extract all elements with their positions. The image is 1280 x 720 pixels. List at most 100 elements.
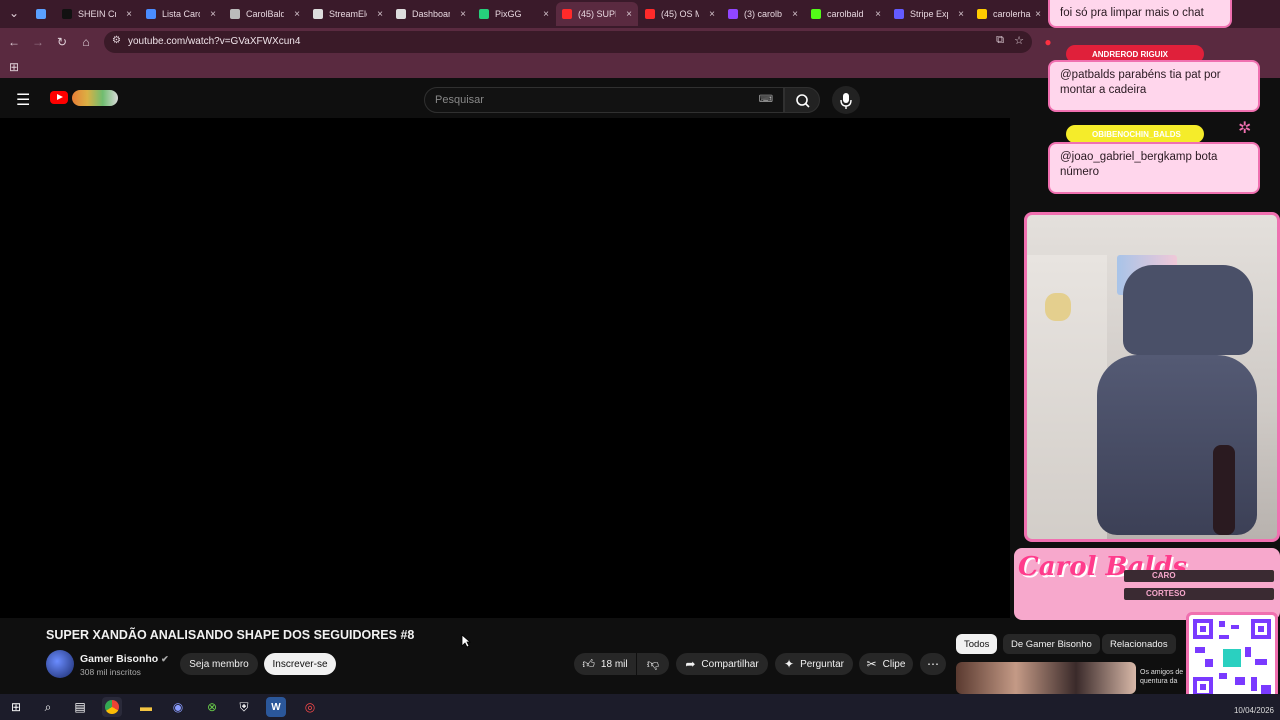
ask-label: Perguntar — [800, 658, 844, 670]
search-taskbar-icon[interactable]: ⌕ — [38, 697, 58, 717]
qr-code-image — [1186, 612, 1278, 704]
ask-button[interactable]: ✦ Perguntar — [775, 653, 853, 675]
dislike-button[interactable]: 👎︎ — [637, 653, 669, 675]
tab-favicon-icon — [977, 9, 987, 19]
browser-tab[interactable]: carolerha × — [971, 2, 1047, 26]
word-icon[interactable]: W — [266, 697, 286, 717]
tab-close-icon[interactable]: × — [1035, 9, 1041, 20]
chip-from-channel[interactable]: De Gamer Bisonho — [1003, 634, 1100, 654]
browser-tab[interactable]: (45) OS M × — [639, 2, 721, 26]
shield-app-icon[interactable]: ⛨ — [234, 697, 254, 717]
discord-icon[interactable]: ◉ — [168, 697, 188, 717]
browser-tab[interactable]: SHEIN Cre × — [56, 2, 138, 26]
tab-favicon-icon — [230, 9, 240, 19]
chrome-icon[interactable] — [102, 697, 122, 717]
tab-favicon-icon — [894, 9, 904, 19]
tab-title: CarolBald — [246, 9, 284, 19]
apps-grid-icon[interactable]: ⊞ — [6, 59, 22, 75]
task-view-icon[interactable]: ▤ — [70, 697, 90, 717]
tab-favicon-icon — [728, 9, 738, 19]
more-actions-button[interactable]: ⋯ — [920, 653, 946, 675]
browser-tab[interactable]: (45) SUPE × — [556, 2, 638, 26]
start-windows-icon[interactable]: ⊞ — [6, 697, 26, 717]
browser-tab[interactable]: (3) carolb × — [722, 2, 804, 26]
plush-toy-image — [1045, 293, 1071, 321]
browser-tab[interactable]: Lista Caro × — [140, 2, 222, 26]
tab-favicon-icon — [811, 9, 821, 19]
tab-close-icon[interactable]: × — [543, 9, 549, 20]
tab-close-icon[interactable]: × — [377, 9, 383, 20]
search-icon — [796, 94, 810, 108]
tab-title: Dashboar — [412, 9, 450, 19]
extension-icon[interactable]: ● — [1040, 34, 1056, 50]
browser-tab[interactable]: StreamEle × — [307, 2, 389, 26]
like-count: 18 mil — [600, 658, 628, 670]
file-explorer-icon[interactable]: ▬ — [136, 697, 156, 717]
browser-tab[interactable]: Stripe Exp × — [888, 2, 970, 26]
tab-close-icon[interactable]: × — [210, 9, 216, 20]
obs-icon[interactable]: ◎ — [300, 697, 320, 717]
tab-close-icon[interactable]: × — [958, 9, 964, 20]
thumbs-down-icon: 👎︎ — [646, 656, 660, 671]
browser-tab[interactable] — [30, 2, 54, 26]
tab-title: carolerha — [993, 9, 1031, 19]
tab-favicon-icon — [313, 9, 323, 19]
youtube-logo-icon[interactable] — [50, 91, 68, 104]
subscriber-count: 308 mil inscritos — [80, 667, 141, 677]
tab-close-icon[interactable]: × — [294, 9, 300, 20]
share-button[interactable]: ➦ Compartilhar — [676, 653, 768, 675]
channel-name[interactable]: Gamer Bisonho ✔ — [80, 653, 169, 665]
install-app-icon[interactable]: ⧉ — [996, 34, 1004, 47]
social-handle-1: CARO — [1124, 570, 1274, 582]
tab-close-icon[interactable]: × — [460, 9, 466, 20]
windows-taskbar: ⊞ ⌕ ▤ ▬ ◉ ⊗ ⛨ W ◎ 10/04/2026 — [0, 694, 1280, 720]
chair-headrest-image — [1123, 265, 1253, 355]
recommended-video-title[interactable]: Os amigos de quentura da — [1140, 668, 1186, 686]
clip-label: Clipe — [882, 658, 906, 670]
more-icon: ⋯ — [927, 657, 939, 671]
video-player[interactable] — [0, 118, 1010, 618]
tab-favicon-icon — [562, 9, 572, 19]
tab-close-icon[interactable]: × — [626, 9, 632, 20]
xbox-icon[interactable]: ⊗ — [202, 697, 222, 717]
recommended-video-thumbnail[interactable] — [956, 662, 1136, 694]
browser-tab[interactable]: Dashboar × — [390, 2, 472, 26]
back-icon[interactable]: ← — [6, 34, 22, 50]
keyboard-icon[interactable]: ⌨ — [759, 94, 773, 105]
scissors-icon: ✂ — [866, 657, 877, 671]
tab-title: (45) SUPE — [578, 9, 616, 19]
doodle-logo[interactable] — [72, 90, 118, 106]
tab-favicon-icon — [146, 9, 156, 19]
social-handle-1-text: CARO — [1152, 571, 1176, 580]
search-button[interactable] — [784, 87, 820, 113]
browser-tab[interactable]: PixGG × — [473, 2, 555, 26]
site-info-icon[interactable]: ⚙ — [112, 35, 121, 46]
channel-avatar[interactable] — [46, 650, 74, 678]
subscribe-button[interactable]: Inscrever-se — [264, 653, 336, 675]
tab-close-icon[interactable]: × — [792, 9, 798, 20]
browser-tab[interactable]: carolbald × — [805, 2, 887, 26]
tab-close-icon[interactable]: × — [709, 9, 715, 20]
chip-all[interactable]: Todos — [956, 634, 998, 654]
tab-close-icon[interactable]: × — [875, 9, 881, 20]
search-input[interactable]: Pesquisar ⌨ — [424, 87, 784, 113]
voice-search-button[interactable] — [832, 86, 860, 114]
home-icon[interactable]: ⌂ — [78, 34, 94, 50]
join-button[interactable]: Seja membro — [180, 653, 258, 675]
chip-related[interactable]: Relacionados — [1102, 634, 1176, 654]
clip-button[interactable]: ✂ Clipe — [859, 653, 913, 675]
sparkle-icon: ✦ — [784, 657, 795, 671]
forward-icon[interactable]: → — [30, 34, 46, 50]
like-button[interactable]: 👍︎ 18 mil — [574, 653, 636, 675]
address-bar[interactable]: ⚙ youtube.com/watch?v=GVaXFWXcun4 ⧉ ☆ — [104, 31, 1032, 53]
tab-title: carolbald — [827, 9, 864, 19]
tab-close-icon[interactable]: × — [126, 9, 132, 20]
flower-decoration-icon: ✲ — [1238, 120, 1252, 137]
bookmark-star-icon[interactable]: ☆ — [1014, 34, 1024, 47]
browser-tab[interactable]: CarolBald × — [224, 2, 306, 26]
menu-icon[interactable]: ☰ — [16, 90, 30, 110]
reload-icon[interactable]: ↻ — [54, 34, 70, 50]
tab-favicon-icon — [645, 9, 655, 19]
mouse-cursor-icon — [461, 634, 471, 648]
tab-search-icon[interactable]: ⌄ — [6, 5, 22, 21]
